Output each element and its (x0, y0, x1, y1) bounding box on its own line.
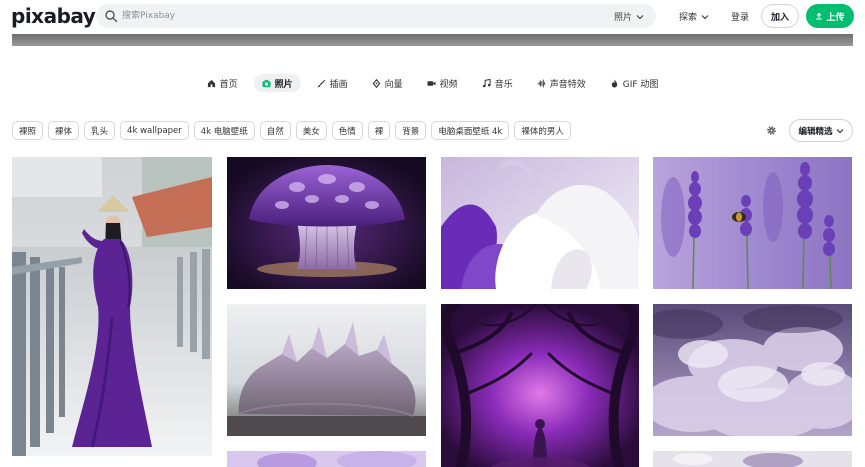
tab-sound-effects[interactable]: 声音特效 (529, 74, 594, 92)
login-link[interactable]: 登录 (731, 10, 749, 23)
photo-image (653, 451, 852, 467)
photo-image (653, 157, 852, 289)
upload-icon (816, 12, 823, 20)
chevron-down-icon (836, 128, 843, 133)
tab-label: 向量 (384, 79, 403, 90)
tab-home[interactable]: 首页 (199, 74, 246, 92)
chevron-down-icon (636, 14, 644, 19)
pixabay-logo[interactable]: pixabay (11, 4, 96, 28)
search-type-dropdown[interactable]: 照片 (614, 10, 644, 23)
upload-label: 上传 (826, 12, 845, 23)
tab-label: 首页 (219, 79, 238, 90)
tab-videos[interactable]: 视频 (419, 74, 466, 92)
camera-icon (262, 79, 271, 87)
photo-lavender-bee[interactable] (653, 157, 852, 289)
photo-image (227, 157, 426, 289)
tag-chip[interactable]: 乳头 (84, 121, 116, 140)
photo-purple-mushroom[interactable] (227, 157, 426, 289)
tab-vectors[interactable]: 向量 (364, 74, 411, 92)
tag-chip[interactable]: 4k wallpaper (120, 121, 189, 140)
tag-chip[interactable]: 裸体的男人 (514, 121, 571, 140)
tag-chip[interactable]: 背景 (395, 121, 427, 140)
photo-lilac-bottom[interactable] (227, 451, 426, 467)
photo-amethyst-crystal[interactable] (227, 304, 426, 436)
photo-image (441, 304, 639, 467)
gear-icon[interactable] (766, 125, 777, 136)
home-icon (207, 79, 215, 87)
photo-purple-forest-cloak[interactable] (441, 304, 639, 467)
tab-gifs[interactable]: GIF 动图 (602, 74, 667, 92)
tag-chip[interactable]: 4k 电脑壁纸 (193, 121, 255, 140)
explore-menu[interactable]: 探索 (679, 10, 709, 23)
search-icon (105, 10, 118, 23)
tag-chip[interactable]: 裸 (367, 121, 391, 140)
tag-chip[interactable]: 自然 (259, 121, 291, 140)
tab-label: 音乐 (494, 79, 513, 90)
category-tabs: 首页 照片 插画 向量 视频 音乐 声音特效 GIF 动图 (0, 74, 865, 92)
vector-icon (372, 78, 381, 88)
hero-banner-edge (12, 34, 853, 46)
search-bar[interactable]: 照片 (96, 4, 656, 28)
tag-chip[interactable]: 裸体 (48, 121, 80, 140)
tab-label: GIF 动图 (622, 79, 659, 90)
search-input[interactable] (122, 7, 582, 25)
waveform-icon (537, 78, 545, 88)
related-tags: 裸照 裸体 乳头 4k wallpaper 4k 电脑壁纸 自然 美女 色情 裸… (12, 121, 571, 140)
music-icon (482, 78, 491, 87)
tab-label: 照片 (274, 79, 293, 90)
tag-chip[interactable]: 裸照 (12, 121, 44, 140)
search-type-label: 照片 (613, 13, 632, 23)
photo-flowers-bottom[interactable] (653, 451, 852, 467)
explore-label: 探索 (679, 13, 698, 23)
tab-music[interactable]: 音乐 (474, 74, 521, 92)
photo-white-purple-flowers[interactable] (441, 157, 639, 289)
tag-chip[interactable]: 色情 (331, 121, 363, 140)
gif-icon (611, 78, 617, 88)
photo-image (12, 157, 212, 456)
tag-chip[interactable]: 电脑桌面壁纸 4k (431, 121, 510, 140)
tab-label: 插画 (329, 79, 348, 90)
sort-dropdown[interactable]: 编辑精选 (789, 119, 853, 142)
header: pixabay 照片 探索 登录 加入 上传 (0, 0, 865, 33)
photo-image (653, 304, 852, 436)
video-icon (427, 80, 436, 86)
tag-chip[interactable]: 美女 (295, 121, 327, 140)
upload-button[interactable]: 上传 (806, 4, 854, 28)
tab-label: 视频 (439, 79, 458, 90)
photo-image (227, 304, 426, 436)
join-button[interactable]: 加入 (761, 4, 799, 28)
photo-image (441, 157, 639, 289)
brush-icon (317, 79, 325, 87)
photo-image (227, 451, 426, 467)
photo-purple-clouds[interactable] (653, 304, 852, 436)
tab-photos[interactable]: 照片 (253, 74, 301, 92)
tab-illustrations[interactable]: 插画 (309, 74, 356, 92)
sort-label: 编辑精选 (798, 126, 833, 137)
photo-woman-purple-dress[interactable] (12, 157, 212, 456)
chevron-down-icon (701, 14, 709, 19)
tab-label: 声音特效 (549, 79, 586, 90)
